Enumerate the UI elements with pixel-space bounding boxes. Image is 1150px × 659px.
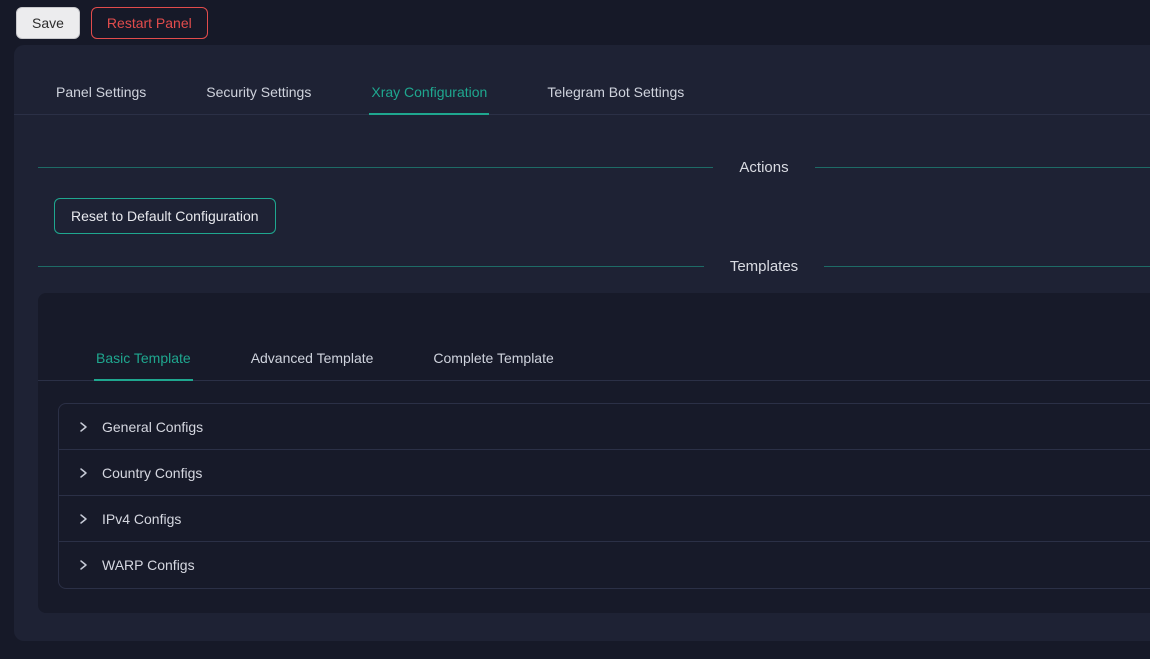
tab-advanced-template[interactable]: Advanced Template	[249, 337, 376, 381]
collapse-item-label: Country Configs	[102, 465, 202, 481]
template-tabs: Basic Template Advanced Template Complet…	[38, 293, 1150, 381]
actions-divider: Actions	[38, 159, 1150, 176]
tab-security-settings[interactable]: Security Settings	[204, 71, 313, 115]
collapse-item-country-configs[interactable]: Country Configs	[59, 450, 1150, 496]
tab-xray-configuration[interactable]: Xray Configuration	[369, 71, 489, 115]
chevron-right-icon	[77, 467, 89, 479]
tab-complete-template[interactable]: Complete Template	[431, 337, 555, 381]
settings-card: Panel Settings Security Settings Xray Co…	[14, 45, 1150, 641]
chevron-right-icon	[77, 421, 89, 433]
collapse-item-general-configs[interactable]: General Configs	[59, 404, 1150, 450]
templates-divider: Templates	[38, 258, 1150, 275]
collapse-item-warp-configs[interactable]: WARP Configs	[59, 542, 1150, 588]
config-collapse-list: General Configs Country Configs IPv4 Con…	[58, 403, 1150, 589]
collapse-item-label: General Configs	[102, 419, 203, 435]
tab-basic-template[interactable]: Basic Template	[94, 337, 193, 381]
tab-telegram-bot-settings[interactable]: Telegram Bot Settings	[545, 71, 686, 115]
tab-panel-settings[interactable]: Panel Settings	[54, 71, 148, 115]
chevron-right-icon	[77, 559, 89, 571]
collapse-item-label: IPv4 Configs	[102, 511, 181, 527]
templates-divider-title: Templates	[704, 258, 824, 275]
toolbar: Save Restart Panel	[0, 0, 1150, 45]
reset-default-configuration-button[interactable]: Reset to Default Configuration	[54, 198, 276, 234]
settings-tabs: Panel Settings Security Settings Xray Co…	[14, 71, 1150, 115]
templates-card: Basic Template Advanced Template Complet…	[38, 293, 1150, 613]
restart-panel-button[interactable]: Restart Panel	[91, 7, 208, 39]
collapse-item-ipv4-configs[interactable]: IPv4 Configs	[59, 496, 1150, 542]
save-button[interactable]: Save	[16, 7, 80, 39]
chevron-right-icon	[77, 513, 89, 525]
actions-divider-title: Actions	[713, 159, 814, 176]
collapse-item-label: WARP Configs	[102, 557, 195, 573]
